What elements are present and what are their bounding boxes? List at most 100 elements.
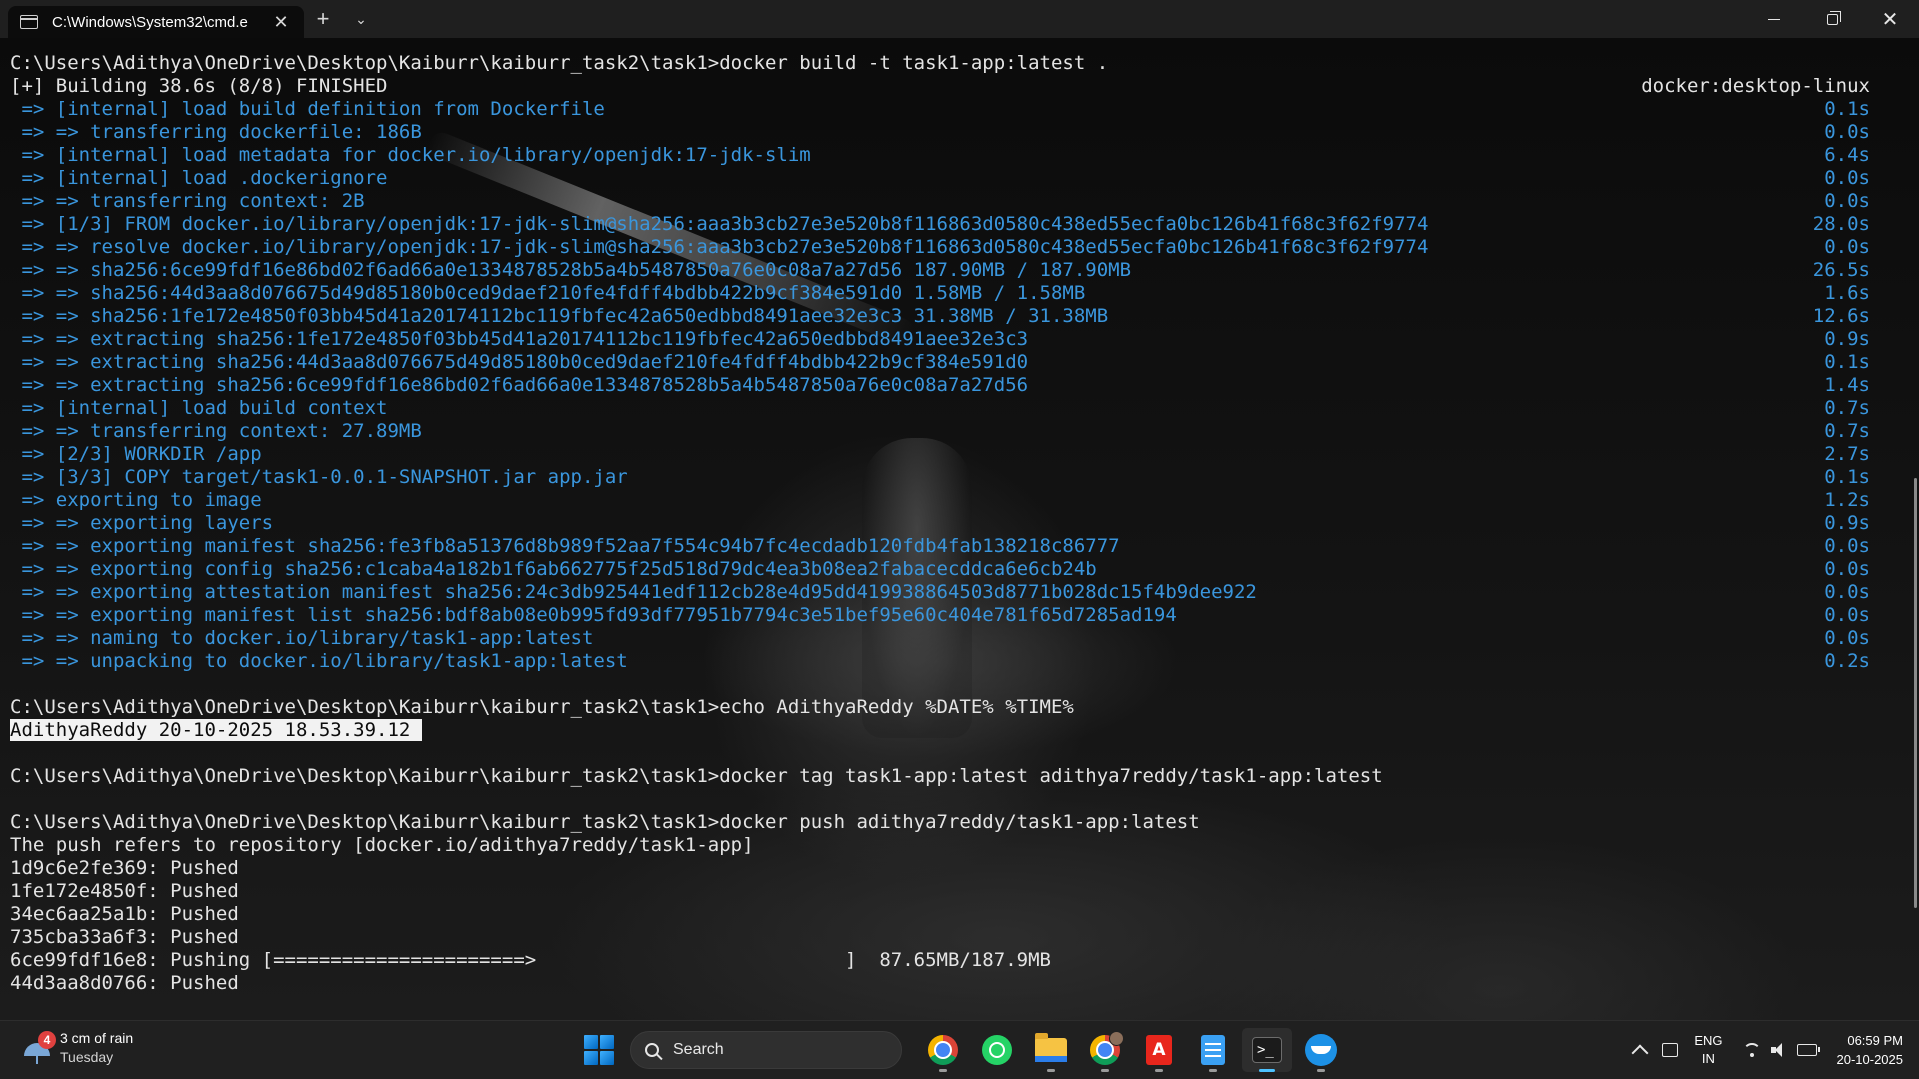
- terminal-line-text: C:\Users\Adithya\OneDrive\Desktop\Kaibur…: [10, 696, 1074, 718]
- pen-menu-button[interactable]: [1662, 1043, 1679, 1057]
- window-titlebar: C:\Windows\System32\cmd.e ✕ + ⌄ ✕: [0, 0, 1919, 38]
- taskbar-search[interactable]: Search: [630, 1031, 902, 1069]
- chevron-up-icon: [1631, 1044, 1649, 1062]
- close-button[interactable]: ✕: [1861, 0, 1919, 38]
- terminal-line-duration: 0.0s: [1824, 236, 1870, 258]
- volume-icon: [1770, 1043, 1787, 1057]
- battery-icon: [1796, 1044, 1820, 1056]
- terminal-line: => => exporting manifest list sha256:bdf…: [10, 604, 1870, 627]
- terminal-line: => [internal] load .dockerignore 0.0s: [10, 167, 1870, 190]
- tab-dropdown-button[interactable]: ⌄: [342, 0, 380, 38]
- terminal-line-duration: 0.0s: [1824, 121, 1870, 143]
- terminal-line: => [3/3] COPY target/task1-0.0.1-SNAPSHO…: [10, 466, 1870, 489]
- language-region: IN: [1701, 1051, 1715, 1066]
- tab-cmd[interactable]: C:\Windows\System32\cmd.e ✕: [8, 6, 304, 38]
- terminal-line-text: => => extracting sha256:1fe172e4850f03bb…: [10, 328, 1029, 350]
- folder-icon: [1035, 1033, 1067, 1062]
- terminal-line-duration: 28.0s: [1812, 213, 1870, 235]
- terminal-line: [+] Building 38.6s (8/8) FINISHED docker:…: [10, 75, 1870, 98]
- terminal-line-duration: 0.9s: [1824, 328, 1870, 350]
- terminal-line: => => extracting sha256:44d3aa8d076675d4…: [10, 351, 1870, 374]
- terminal-line: 1d9c6e2fe369: Pushed: [10, 857, 1870, 880]
- pdf-icon: A: [1146, 1035, 1172, 1065]
- terminal-line-text: C:\Users\Adithya\OneDrive\Desktop\Kaibur…: [10, 52, 1109, 74]
- terminal-line-text: 34ec6aa25a1b: Pushed: [10, 903, 239, 925]
- terminal-line: => => transferring context: 27.89MB 0.7s: [10, 420, 1870, 443]
- acrobat-app[interactable]: A: [1134, 1028, 1184, 1072]
- terminal-icon: >_: [1252, 1037, 1282, 1063]
- terminal-line: => [1/3] FROM docker.io/library/openjdk:…: [10, 213, 1870, 236]
- terminal-line-duration: 1.6s: [1824, 282, 1870, 304]
- clock[interactable]: 06:59 PM 20-10-2025: [1837, 1031, 1904, 1069]
- terminal-line-text: 1d9c6e2fe369: Pushed: [10, 857, 239, 879]
- terminal-line-text: => => transferring dockerfile: 186B: [10, 121, 422, 143]
- terminal-line-text: => => extracting sha256:6ce99fdf16e86bd0…: [10, 374, 1029, 396]
- terminal-line-text: => [1/3] FROM docker.io/library/openjdk:…: [10, 213, 1429, 235]
- terminal-line: 44d3aa8d0766: Pushed: [10, 972, 1870, 995]
- terminal-line-duration: 12.6s: [1812, 305, 1870, 327]
- whatsapp-app[interactable]: [972, 1028, 1022, 1072]
- terminal-line-duration: 0.7s: [1824, 420, 1870, 442]
- terminal-line-duration: 0.0s: [1824, 581, 1870, 603]
- terminal-line-text: => => exporting manifest list sha256:bdf…: [10, 604, 1177, 626]
- terminal-line: 6ce99fdf16e8: Pushing [=================…: [10, 949, 1870, 972]
- terminal-line: => => exporting layers 0.9s: [10, 512, 1870, 535]
- terminal-output[interactable]: C:\Users\Adithya\OneDrive\Desktop\Kaibur…: [0, 38, 1919, 1020]
- terminal-line-duration: 1.2s: [1824, 489, 1870, 511]
- terminal-line: => [internal] load build definition from…: [10, 98, 1870, 121]
- whatsapp-icon: [982, 1035, 1012, 1065]
- terminal-line-text: => [internal] load metadata for docker.i…: [10, 144, 811, 166]
- language-code: ENG: [1694, 1033, 1723, 1048]
- start-button[interactable]: [584, 1035, 614, 1065]
- terminal-line-text: C:\Users\Adithya\OneDrive\Desktop\Kaibur…: [10, 811, 1200, 833]
- weather-day: Tuesday: [60, 1049, 114, 1065]
- weather-badge: 4: [38, 1031, 56, 1049]
- window-controls: ✕: [1745, 0, 1919, 38]
- minimize-button[interactable]: [1745, 0, 1803, 38]
- terminal-line-duration: 0.1s: [1824, 351, 1870, 373]
- terminal-line-duration: 0.0s: [1824, 167, 1870, 189]
- minimize-icon: [1768, 18, 1780, 20]
- show-hidden-icons-button[interactable]: [1631, 1041, 1649, 1062]
- weather-widget[interactable]: 4 3 cm of rain Tuesday: [22, 1029, 133, 1067]
- chrome-app[interactable]: [918, 1028, 968, 1072]
- terminal-line-duration: 0.0s: [1824, 558, 1870, 580]
- terminal-line: => => resolve docker.io/library/openjdk:…: [10, 236, 1870, 259]
- terminal-line-text: C:\Users\Adithya\OneDrive\Desktop\Kaibur…: [10, 765, 1383, 787]
- new-tab-button[interactable]: +: [304, 0, 342, 38]
- terminal-line-duration: 0.1s: [1824, 98, 1870, 120]
- system-tray: ENG IN 06:59 PM 20-10-2025: [1626, 1021, 1919, 1079]
- terminal-line: => => exporting config sha256:c1caba4a18…: [10, 558, 1870, 581]
- terminal-line-text: => [3/3] COPY target/task1-0.0.1-SNAPSHO…: [10, 466, 628, 488]
- docker-icon: [1305, 1034, 1337, 1066]
- terminal-line: => => exporting manifest sha256:fe3fb8a5…: [10, 535, 1870, 558]
- terminal-app[interactable]: >_: [1242, 1028, 1292, 1072]
- terminal-line-text: => [2/3] WORKDIR /app: [10, 443, 262, 465]
- terminal-line-text: => [internal] load .dockerignore: [10, 167, 388, 189]
- terminal-line-text: AdithyaReddy 20-10-2025 18.53.39.12: [10, 719, 422, 741]
- terminal-line: => [2/3] WORKDIR /app 2.7s: [10, 443, 1870, 466]
- terminal-line-text: => => sha256:44d3aa8d076675d49d85180b0ce…: [10, 282, 1086, 304]
- terminal-line-text: => => resolve docker.io/library/openjdk:…: [10, 236, 1429, 258]
- file-explorer-app[interactable]: [1026, 1028, 1076, 1072]
- pen-workspace-icon: [1662, 1043, 1679, 1057]
- language-indicator[interactable]: ENG IN: [1694, 1032, 1722, 1068]
- quick-settings-button[interactable]: [1742, 1043, 1820, 1057]
- terminal-line: C:\Users\Adithya\OneDrive\Desktop\Kaibur…: [10, 52, 1870, 75]
- terminal-line-text: => => sha256:6ce99fdf16e86bd02f6ad66a0e1…: [10, 259, 1132, 281]
- search-label: Search: [673, 1041, 724, 1058]
- tab-close-icon[interactable]: ✕: [270, 12, 292, 33]
- terminal-line: => [internal] load metadata for docker.i…: [10, 144, 1870, 167]
- notepad-app[interactable]: [1188, 1028, 1238, 1072]
- scrollbar[interactable]: [1914, 478, 1917, 908]
- terminal-line-duration: 6.4s: [1824, 144, 1870, 166]
- terminal-line-duration: 0.0s: [1824, 627, 1870, 649]
- clock-time: 06:59 PM: [1847, 1033, 1903, 1048]
- terminal-line: => => sha256:6ce99fdf16e86bd02f6ad66a0e1…: [10, 259, 1870, 282]
- maximize-button[interactable]: [1803, 0, 1861, 38]
- terminal-line-text: => => exporting attestation manifest sha…: [10, 581, 1257, 603]
- terminal-line: C:\Users\Adithya\OneDrive\Desktop\Kaibur…: [10, 765, 1870, 788]
- docker-app[interactable]: [1296, 1028, 1346, 1072]
- chrome-profile-app[interactable]: [1080, 1028, 1130, 1072]
